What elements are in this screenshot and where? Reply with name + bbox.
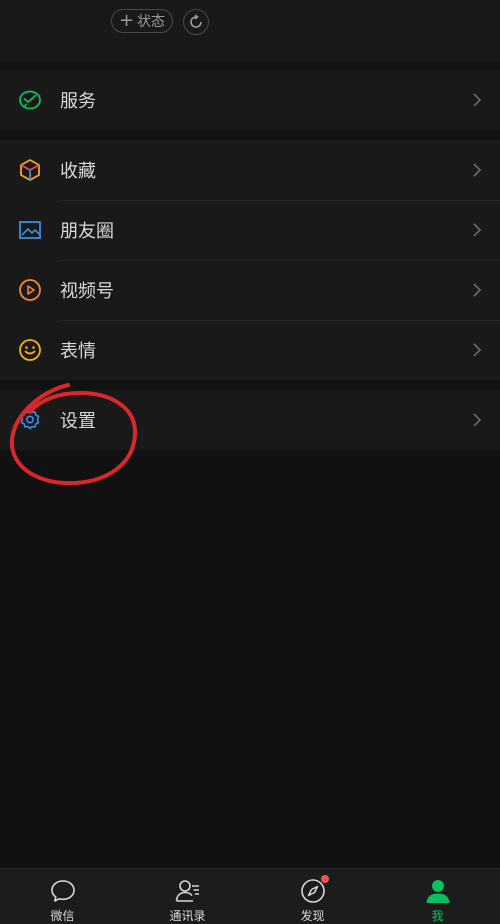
tab-chats[interactable]: 微信 bbox=[0, 869, 125, 924]
refresh-icon bbox=[190, 14, 202, 28]
chevron-right-icon bbox=[473, 163, 482, 177]
menu-item-settings[interactable]: 设置 bbox=[0, 390, 500, 450]
chevron-right-icon bbox=[473, 343, 482, 357]
bottom-tab-bar: 微信 通讯录 发现 我 bbox=[0, 868, 500, 924]
gear-icon bbox=[18, 408, 42, 432]
wechat-pay-icon bbox=[18, 88, 42, 112]
menu-item-label: 服务 bbox=[60, 91, 96, 112]
chevron-right-icon bbox=[473, 283, 482, 297]
chevron-right-icon bbox=[473, 223, 482, 237]
smile-icon bbox=[18, 338, 42, 362]
tab-discover[interactable]: 发现 bbox=[250, 869, 375, 924]
chat-bubble-icon bbox=[50, 880, 75, 902]
tab-label: 通讯录 bbox=[169, 909, 206, 923]
menu-item-moments[interactable]: 朋友圈 bbox=[0, 200, 500, 260]
contacts-icon bbox=[175, 880, 199, 902]
person-icon bbox=[426, 880, 449, 903]
play-icon bbox=[18, 278, 42, 302]
menu-group-services: 服务 bbox=[0, 70, 500, 130]
tab-contacts[interactable]: 通讯录 bbox=[125, 869, 250, 924]
chevron-right-icon bbox=[473, 93, 482, 107]
tab-label: 微信 bbox=[50, 909, 75, 923]
menu-group-settings: 设置 bbox=[0, 390, 500, 450]
menu-item-label: 视频号 bbox=[60, 281, 114, 302]
cube-icon bbox=[18, 158, 42, 182]
red-annotation-circle bbox=[9, 383, 138, 486]
chevron-right-icon bbox=[473, 413, 482, 427]
menu-item-favorites[interactable]: 收藏 bbox=[0, 140, 500, 200]
menu-item-label: 表情 bbox=[60, 341, 96, 362]
menu-item-label: 设置 bbox=[60, 411, 96, 432]
profile-header: + 状态 bbox=[0, 0, 500, 62]
notification-dot bbox=[320, 875, 329, 883]
image-icon bbox=[18, 218, 42, 242]
menu-item-label: 收藏 bbox=[60, 161, 96, 182]
menu-item-label: 朋友圈 bbox=[60, 221, 114, 242]
tab-label: 发现 bbox=[300, 909, 325, 923]
add-status-button[interactable]: + 状态 bbox=[111, 9, 173, 33]
status-button-label: 状态 bbox=[137, 14, 166, 30]
menu-item-services[interactable]: 服务 bbox=[0, 70, 500, 130]
compass-icon bbox=[299, 875, 329, 905]
menu-item-stickers[interactable]: 表情 bbox=[0, 320, 500, 380]
menu-item-channels[interactable]: 视频号 bbox=[0, 260, 500, 320]
tab-label: 我 bbox=[431, 909, 444, 923]
menu-group-main: 收藏 朋友圈 视频号 表情 bbox=[0, 140, 500, 380]
tab-me[interactable]: 我 bbox=[375, 869, 500, 924]
refresh-button[interactable] bbox=[183, 9, 209, 35]
plus-icon: + bbox=[118, 10, 135, 31]
